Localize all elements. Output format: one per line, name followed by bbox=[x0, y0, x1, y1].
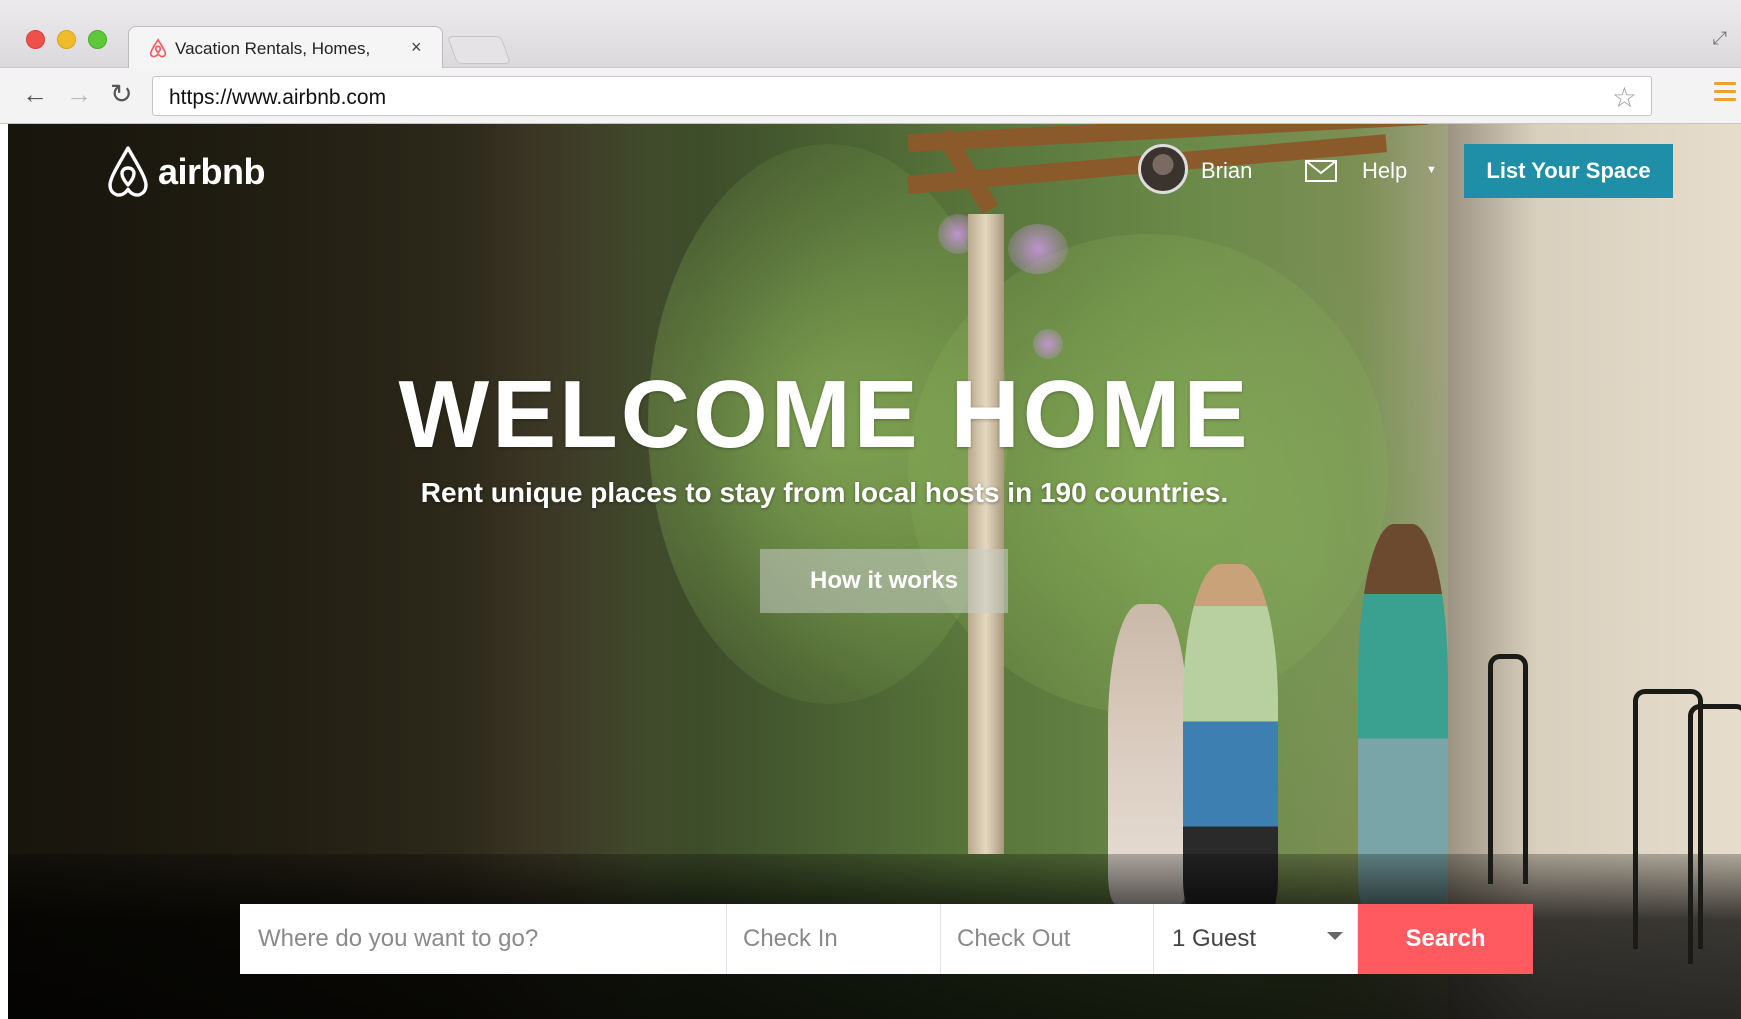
reload-icon[interactable]: ↻ bbox=[110, 80, 133, 108]
pergola-post bbox=[968, 214, 1004, 854]
logo-wordmark: airbnb bbox=[158, 151, 266, 192]
address-url[interactable]: https://www.airbnb.com bbox=[169, 86, 386, 110]
chair bbox=[1688, 704, 1741, 964]
bookmark-star-icon[interactable]: ☆ bbox=[1612, 81, 1637, 114]
chair bbox=[1488, 654, 1528, 884]
help-link[interactable]: Help bbox=[1362, 158, 1407, 184]
browser-menu-icon[interactable] bbox=[1714, 82, 1736, 106]
destination-input[interactable]: Where do you want to go? bbox=[240, 904, 727, 974]
tab-close-icon[interactable]: × bbox=[411, 37, 422, 58]
user-name-link[interactable]: Brian bbox=[1201, 158, 1252, 184]
chevron-down-icon bbox=[1327, 932, 1343, 940]
browser-tab[interactable]: Vacation Rentals, Homes, × bbox=[128, 26, 443, 69]
fullscreen-icon[interactable]: ⤢ bbox=[1713, 28, 1727, 49]
user-avatar[interactable] bbox=[1138, 144, 1188, 194]
flower bbox=[1008, 224, 1068, 274]
airbnb-belo-icon bbox=[108, 146, 148, 197]
search-bar: Where do you want to go? Check In Check … bbox=[240, 904, 1533, 974]
guests-select[interactable]: 1 Guest bbox=[1154, 904, 1358, 974]
search-button[interactable]: Search bbox=[1358, 904, 1533, 974]
browser-toolbar: ← → ↻ https://www.airbnb.com ☆ bbox=[0, 68, 1741, 124]
hero-title: WELCOME HOME bbox=[398, 361, 1251, 468]
new-tab-button[interactable] bbox=[446, 36, 512, 64]
flower bbox=[1033, 329, 1063, 359]
airbnb-logo[interactable]: airbnb bbox=[104, 144, 266, 200]
page-viewport: airbnb Brian Help ▼ List Your Space WELC… bbox=[8, 124, 1741, 1019]
address-bar[interactable]: https://www.airbnb.com ☆ bbox=[152, 76, 1652, 116]
close-window-button[interactable] bbox=[26, 30, 45, 49]
chevron-down-icon: ▼ bbox=[1426, 164, 1437, 176]
check-in-field[interactable]: Check In bbox=[727, 904, 941, 974]
back-arrow-icon[interactable]: ← bbox=[22, 80, 48, 108]
airbnb-favicon-icon bbox=[149, 38, 167, 58]
list-your-space-button[interactable]: List Your Space bbox=[1464, 144, 1673, 198]
tab-title: Vacation Rentals, Homes, bbox=[175, 39, 371, 58]
guests-value: 1 Guest bbox=[1172, 925, 1257, 952]
browser-tab-bar: Vacation Rentals, Homes, × ⤢ bbox=[0, 0, 1741, 69]
hero-subtitle: Rent unique places to stay from local ho… bbox=[420, 477, 1229, 508]
how-it-works-button[interactable]: How it works bbox=[760, 549, 1008, 613]
check-out-field[interactable]: Check Out bbox=[941, 904, 1154, 974]
zoom-window-button[interactable] bbox=[88, 30, 107, 49]
forward-arrow-icon[interactable]: → bbox=[66, 80, 92, 108]
minimize-window-button[interactable] bbox=[57, 30, 76, 49]
mail-icon[interactable] bbox=[1305, 160, 1337, 182]
